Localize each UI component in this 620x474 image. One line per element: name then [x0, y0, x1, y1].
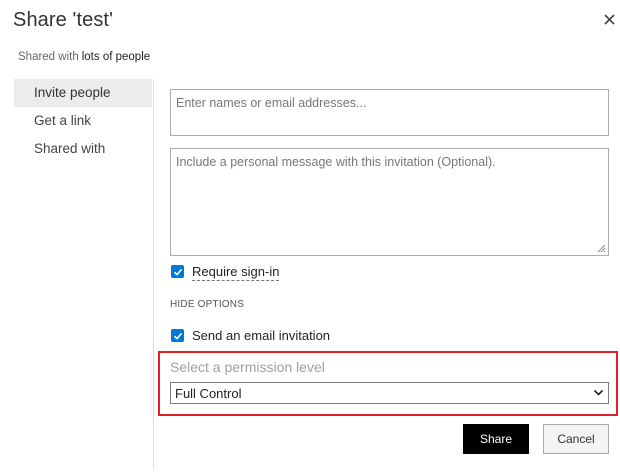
share-button[interactable]: Share [463, 424, 529, 454]
checkmark-icon [173, 268, 182, 276]
cancel-button[interactable]: Cancel [543, 424, 609, 454]
require-signin-label[interactable]: Require sign-in [192, 264, 280, 281]
message-textarea[interactable]: Include a personal message with this inv… [170, 148, 609, 256]
shared-with-link[interactable]: lots of people [82, 51, 150, 63]
dialog-title: Share 'test' [13, 9, 113, 31]
message-textarea-placeholder: Include a personal message with this inv… [176, 155, 496, 169]
side-nav: Invite people Get a link Shared with [14, 79, 152, 163]
names-input[interactable]: Enter names or email addresses... [170, 89, 609, 136]
checkmark-icon [173, 332, 182, 340]
resize-grip-icon[interactable] [596, 243, 606, 253]
names-input-placeholder: Enter names or email addresses... [176, 96, 367, 110]
require-signin-checkbox[interactable] [171, 265, 184, 278]
nav-item-shared-with[interactable]: Shared with [14, 135, 152, 163]
shared-with-prefix: Shared with [18, 51, 79, 63]
nav-item-get-a-link[interactable]: Get a link [14, 107, 152, 135]
send-email-checkbox[interactable] [171, 329, 184, 342]
permission-select[interactable]: Full Control [170, 382, 609, 404]
nav-item-invite-people[interactable]: Invite people [14, 79, 152, 107]
permission-selected-value: Full Control [175, 386, 242, 401]
send-email-label[interactable]: Send an email invitation [192, 328, 330, 343]
shared-with-summary: Shared with lots of people [18, 51, 150, 63]
nav-divider [153, 79, 154, 469]
chevron-down-icon [593, 389, 604, 396]
close-icon [603, 13, 615, 25]
hide-options-link[interactable]: HIDE OPTIONS [170, 299, 244, 310]
permission-caption: Select a permission level [170, 359, 325, 375]
close-button[interactable] [598, 8, 620, 30]
